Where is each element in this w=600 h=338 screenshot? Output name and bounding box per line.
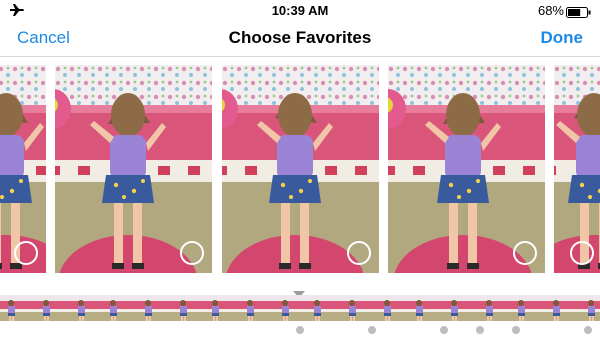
page-title: Choose Favorites bbox=[228, 28, 372, 47]
favorite-marker-dot bbox=[584, 326, 592, 334]
filmstrip-thumbnail[interactable] bbox=[506, 295, 540, 321]
battery-icon bbox=[566, 5, 591, 23]
burst-frames bbox=[0, 62, 600, 274]
filmstrip-thumbnail[interactable] bbox=[132, 295, 166, 321]
status-time: 10:39 AM bbox=[271, 3, 329, 18]
burst-frame[interactable] bbox=[222, 65, 379, 273]
filmstrip-thumbnail[interactable] bbox=[64, 295, 98, 321]
favorite-marker-dot bbox=[512, 326, 520, 334]
select-circle-icon[interactable] bbox=[180, 241, 204, 265]
favorite-markers bbox=[0, 326, 600, 338]
filmstrip-thumbnail[interactable] bbox=[166, 295, 200, 321]
favorite-marker-dot bbox=[296, 326, 304, 334]
filmstrip-thumbnail[interactable] bbox=[302, 295, 336, 321]
filmstrip-thumbnail[interactable] bbox=[370, 295, 404, 321]
select-circle-icon[interactable] bbox=[347, 241, 371, 265]
filmstrip[interactable] bbox=[0, 295, 600, 321]
status-bar: 10:39 AM 68% bbox=[0, 0, 600, 22]
burst-frame[interactable] bbox=[554, 65, 600, 273]
filmstrip-thumbnail[interactable] bbox=[0, 295, 30, 321]
filmstrip-thumbnail[interactable] bbox=[472, 295, 506, 321]
filmstrip-thumbnail[interactable] bbox=[234, 295, 268, 321]
select-circle-icon[interactable] bbox=[513, 241, 537, 265]
select-circle-icon[interactable] bbox=[570, 241, 594, 265]
filmstrip-thumbnail[interactable] bbox=[540, 295, 574, 321]
done-button[interactable]: Done bbox=[541, 28, 584, 48]
filmstrip-thumbnail[interactable] bbox=[404, 295, 438, 321]
battery-percentage: 68% bbox=[537, 3, 564, 18]
filmstrip-thumbnail[interactable] bbox=[336, 295, 370, 321]
select-circle-icon[interactable] bbox=[14, 241, 38, 265]
filmstrip-thumbnail[interactable] bbox=[574, 295, 600, 321]
filmstrip-thumbnail[interactable] bbox=[98, 295, 132, 321]
burst-frame[interactable] bbox=[55, 65, 212, 273]
burst-frame[interactable] bbox=[388, 65, 545, 273]
filmstrip-thumbnail[interactable] bbox=[30, 295, 64, 321]
filmstrip-thumbnail[interactable] bbox=[268, 295, 302, 321]
filmstrip-thumbnail[interactable] bbox=[438, 295, 472, 321]
navigation-bar: Cancel Choose Favorites Done bbox=[0, 22, 600, 57]
favorite-marker-dot bbox=[476, 326, 484, 334]
burst-frame[interactable] bbox=[0, 65, 46, 273]
favorite-marker-dot bbox=[368, 326, 376, 334]
filmstrip-thumbnail[interactable] bbox=[200, 295, 234, 321]
favorite-marker-dot bbox=[440, 326, 448, 334]
